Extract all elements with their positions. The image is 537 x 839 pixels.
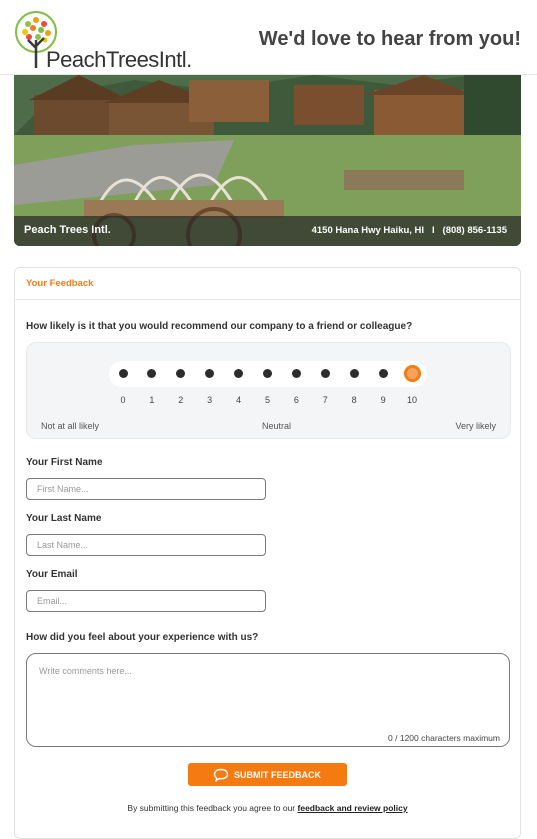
- policy-text: By submitting this feedback you agree to…: [127, 803, 296, 813]
- nps-question: How likely is it that you would recommen…: [26, 321, 413, 332]
- experience-question: How did you feel about your experience w…: [26, 632, 259, 643]
- nps-option-7[interactable]: [320, 369, 330, 378]
- nps-option-label: 0: [120, 395, 126, 405]
- business-name: Peach Trees Intl.: [24, 224, 111, 236]
- first-name-label: Your First Name: [26, 457, 103, 468]
- card-header: Your Feedback: [15, 268, 520, 300]
- email-label: Your Email: [26, 569, 78, 580]
- last-name-field[interactable]: [26, 534, 266, 556]
- logo-text: PeachTreesIntl.: [46, 47, 192, 72]
- nps-option-label: 9: [380, 395, 386, 405]
- nps-option-label: 7: [322, 395, 328, 405]
- hero-info-bar: Peach Trees Intl. 4150 Hana Hwy Haiku, H…: [14, 216, 521, 246]
- page-tagline: We'd love to hear from you!: [258, 28, 521, 50]
- nps-rating-scale: 0 1 2 3 4 5 6 7 8 9 10 Not at all likely Neutral V…: [26, 342, 511, 439]
- nps-option-label: 6: [293, 395, 299, 405]
- submit-feedback-button[interactable]: SUBMIT FEEDBACK: [188, 763, 347, 786]
- section-title: Your Feedback: [26, 278, 94, 289]
- contact-separator: I: [431, 225, 435, 236]
- nps-option-10[interactable]: [403, 365, 421, 382]
- speech-bubble-icon: [213, 768, 229, 782]
- feedback-card: Your Feedback How likely is it that you …: [14, 267, 521, 839]
- nps-mid-label: Neutral: [262, 421, 292, 431]
- nps-option-label: 8: [351, 395, 357, 405]
- nps-option-label: 5: [264, 395, 270, 405]
- business-phone[interactable]: (808) 856-1135: [443, 225, 507, 236]
- hero-banner: Peach Trees Intl. 4150 Hana Hwy Haiku, H…: [14, 75, 521, 246]
- business-address: 4150 Hana Hwy Haiku, HI: [311, 225, 425, 236]
- business-contact: 4150 Hana Hwy Haiku, HI I (808) 856-1135: [312, 225, 507, 236]
- submit-button-label: SUBMIT FEEDBACK: [234, 770, 321, 780]
- nps-low-label: Not at all likely: [41, 421, 100, 431]
- nps-option-label: 4: [236, 395, 242, 405]
- nps-option-6[interactable]: [291, 369, 301, 378]
- nps-high-label: Very likely: [455, 421, 496, 431]
- first-name-field[interactable]: [26, 478, 266, 500]
- nps-option-label: 2: [178, 395, 184, 405]
- submit-button-content: SUBMIT FEEDBACK: [188, 763, 347, 786]
- page-header: PeachTreesIntl. We'd love to hear from y…: [0, 0, 537, 75]
- nps-option-9[interactable]: [378, 369, 388, 378]
- email-field[interactable]: [26, 590, 266, 612]
- nps-option-label: 10: [406, 395, 417, 405]
- policy-link[interactable]: feedback and review policy: [298, 803, 408, 813]
- last-name-label: Your Last Name: [26, 513, 102, 524]
- company-logo[interactable]: PeachTreesIntl.: [14, 10, 194, 72]
- nps-option-label: 1: [149, 395, 155, 405]
- nps-option-label: 3: [207, 395, 213, 405]
- nps-option-5[interactable]: [263, 369, 272, 378]
- nps-option-0[interactable]: [118, 369, 128, 378]
- policy-notice: By submitting this feedback you agree to…: [15, 803, 520, 813]
- nps-option-8[interactable]: [349, 369, 359, 378]
- character-counter: 0 / 1200 characters maximum: [388, 733, 500, 743]
